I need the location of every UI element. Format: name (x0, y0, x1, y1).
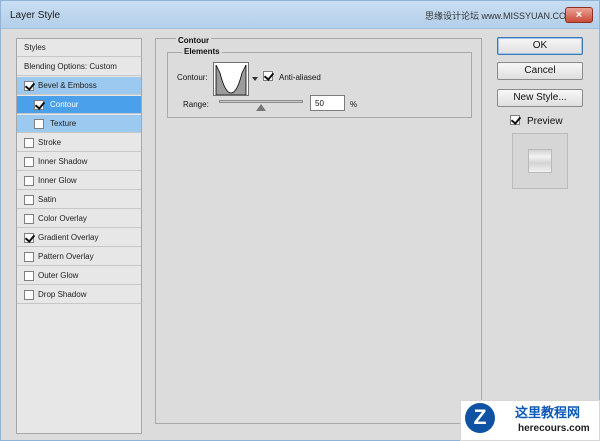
window-title: Layer Style (10, 10, 61, 21)
range-slider[interactable] (219, 100, 303, 103)
logo-url: herecours.com (518, 423, 590, 434)
preview-thumbnail (512, 133, 568, 189)
new-style-button[interactable]: New Style... (497, 89, 583, 107)
title-bar: Layer Style 思缘设计论坛 www.MISSYUAN.COM × (1, 1, 599, 29)
contour-curve-icon (215, 64, 247, 96)
checkbox-stroke[interactable] (24, 138, 34, 148)
anti-aliased-checkbox[interactable] (263, 71, 273, 81)
contour-label: Contour: (177, 73, 208, 82)
preview-label: Preview (527, 116, 563, 127)
checkbox-color-overlay[interactable] (24, 214, 34, 224)
range-slider-thumb[interactable] (256, 104, 266, 111)
style-item-blending-options[interactable]: Blending Options: Custom (17, 58, 141, 76)
logo-title: 这里教程网 (515, 405, 581, 420)
checkbox-contour[interactable] (34, 100, 44, 110)
group-title: Elements (182, 47, 222, 56)
style-item-gradient-overlay[interactable]: Gradient Overlay (17, 229, 141, 247)
style-item-pattern-overlay[interactable]: Pattern Overlay (17, 248, 141, 266)
section-title: Contour (176, 36, 212, 45)
ok-button[interactable]: OK (497, 37, 583, 55)
style-item-satin[interactable]: Satin (17, 191, 141, 209)
range-input[interactable]: 50 (310, 95, 345, 111)
style-item-inner-shadow[interactable]: Inner Shadow (17, 153, 141, 171)
style-item-drop-shadow[interactable]: Drop Shadow (17, 286, 141, 304)
checkbox-inner-shadow[interactable] (24, 157, 34, 167)
checkbox-outer-glow[interactable] (24, 271, 34, 281)
close-icon[interactable]: × (565, 7, 593, 23)
checkbox-inner-glow[interactable] (24, 176, 34, 186)
style-item-outer-glow[interactable]: Outer Glow (17, 267, 141, 285)
range-label: Range: (183, 100, 209, 109)
style-item-texture[interactable]: Texture (17, 115, 141, 133)
checkbox-pattern-overlay[interactable] (24, 252, 34, 262)
preview-sample (528, 149, 552, 173)
checkbox-drop-shadow[interactable] (24, 290, 34, 300)
style-item-color-overlay[interactable]: Color Overlay (17, 210, 141, 228)
styles-list: Styles Blending Options: Custom Bevel & … (16, 38, 142, 434)
contour-picker[interactable] (213, 62, 249, 96)
checkbox-satin[interactable] (24, 195, 34, 205)
contour-dropdown-arrow-icon[interactable] (252, 77, 258, 81)
preview-checkbox[interactable] (510, 115, 520, 125)
style-item-stroke[interactable]: Stroke (17, 134, 141, 152)
styles-header[interactable]: Styles (17, 39, 141, 57)
style-item-contour[interactable]: Contour (17, 96, 141, 114)
cancel-button[interactable]: Cancel (497, 62, 583, 80)
anti-aliased-label: Anti-aliased (279, 73, 321, 82)
checkbox-gradient-overlay[interactable] (24, 233, 34, 243)
checkbox-texture[interactable] (34, 119, 44, 129)
style-item-inner-glow[interactable]: Inner Glow (17, 172, 141, 190)
range-unit: % (350, 100, 358, 109)
logo-z-icon: Z (465, 403, 495, 433)
checkbox-bevel-emboss[interactable] (24, 81, 34, 91)
style-item-bevel-emboss[interactable]: Bevel & Emboss (17, 77, 141, 95)
watermark-text: 思缘设计论坛 www.MISSYUAN.COM (425, 11, 574, 21)
